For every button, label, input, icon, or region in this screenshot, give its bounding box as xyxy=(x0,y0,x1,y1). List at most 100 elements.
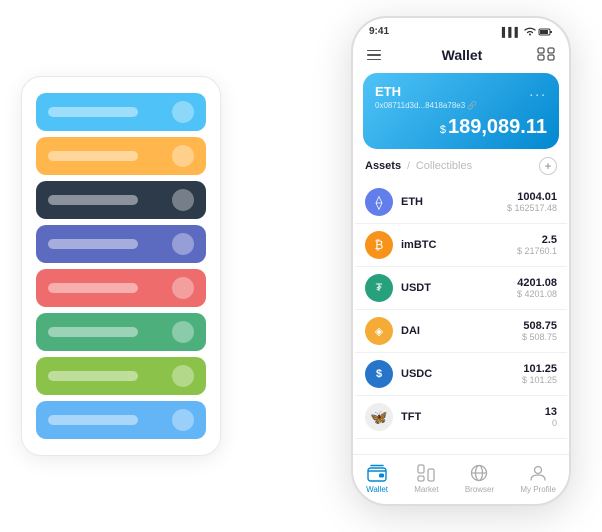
eth-name: ETH xyxy=(401,196,507,208)
usdt-name: USDT xyxy=(401,282,517,294)
card-icon-8 xyxy=(172,409,194,431)
eth-card-address: 0x08711d3d...8418a78e3 🔗 xyxy=(375,101,547,110)
card-row-5[interactable] xyxy=(36,269,206,307)
eth-card-header: ETH ... xyxy=(375,83,547,99)
status-time: 9:41 xyxy=(369,26,389,37)
usdc-name: USDC xyxy=(401,368,522,380)
imbtc-icon: ₿ xyxy=(365,231,393,259)
asset-item-imbtc[interactable]: ₿ imBTC 2.5 $ 21760.1 xyxy=(355,224,567,267)
tab-collectibles[interactable]: Collectibles xyxy=(416,160,472,172)
usdt-values: 4201.08 $ 4201.08 xyxy=(517,277,557,299)
eth-card-name: ETH xyxy=(375,84,401,99)
card-label-1 xyxy=(48,107,138,117)
usdc-values: 101.25 $ 101.25 xyxy=(522,363,557,385)
dai-amount: 508.75 xyxy=(522,320,557,332)
status-bar: 9:41 ▌▌▌ xyxy=(353,18,569,41)
nav-market[interactable]: Market xyxy=(414,463,438,494)
dai-usd: $ 508.75 xyxy=(522,332,557,342)
tft-icon: 🦋 xyxy=(365,403,393,431)
asset-item-eth[interactable]: ⟠ ETH 1004.01 $ 162517.48 xyxy=(355,181,567,224)
tft-usd: 0 xyxy=(545,418,557,428)
menu-icon[interactable] xyxy=(367,45,387,65)
eth-amount-value: 189,089.11 xyxy=(448,116,547,138)
asset-item-tft[interactable]: 🦋 TFT 13 0 xyxy=(355,396,567,439)
eth-icon: ⟠ xyxy=(365,188,393,216)
card-label-6 xyxy=(48,327,138,337)
card-icon-4 xyxy=(172,233,194,255)
dai-icon: ◈ xyxy=(365,317,393,345)
expand-icon[interactable] xyxy=(537,47,555,64)
nav-wallet-label: Wallet xyxy=(366,485,388,494)
eth-card-amount: $189,089.11 xyxy=(375,116,547,139)
status-icons: ▌▌▌ xyxy=(502,27,553,37)
usdt-amount: 4201.08 xyxy=(517,277,557,289)
card-row-6[interactable] xyxy=(36,313,206,351)
card-row-1[interactable] xyxy=(36,93,206,131)
assets-tabs: Assets / Collectibles xyxy=(365,160,472,172)
eth-usd: $ 162517.48 xyxy=(507,203,557,213)
phone-header: Wallet xyxy=(353,41,569,73)
card-label-5 xyxy=(48,283,138,293)
card-icon-3 xyxy=(172,189,194,211)
usdt-icon: ₮ xyxy=(365,274,393,302)
card-label-2 xyxy=(48,151,138,161)
usdc-amount: 101.25 xyxy=(522,363,557,375)
tft-amount: 13 xyxy=(545,406,557,418)
wifi-icon xyxy=(524,27,536,36)
tft-name: TFT xyxy=(401,411,545,423)
card-row-4[interactable] xyxy=(36,225,206,263)
card-row-7[interactable] xyxy=(36,357,206,395)
imbtc-amount: 2.5 xyxy=(517,234,557,246)
dai-name: DAI xyxy=(401,325,522,337)
add-icon: + xyxy=(544,159,551,173)
nav-profile-label: My Profile xyxy=(520,485,556,494)
eth-amount: 1004.01 xyxy=(507,191,557,203)
usdc-icon: $ xyxy=(365,360,393,388)
phone: 9:41 ▌▌▌ Wallet xyxy=(351,16,571,506)
card-icon-2 xyxy=(172,145,194,167)
usdt-usd: $ 4201.08 xyxy=(517,289,557,299)
card-label-3 xyxy=(48,195,138,205)
tft-values: 13 0 xyxy=(545,406,557,428)
profile-nav-icon xyxy=(528,463,548,483)
imbtc-usd: $ 21760.1 xyxy=(517,246,557,256)
card-label-7 xyxy=(48,371,138,381)
nav-browser-label: Browser xyxy=(465,485,494,494)
eth-card-menu[interactable]: ... xyxy=(529,83,547,99)
nav-market-label: Market xyxy=(414,485,438,494)
market-nav-icon xyxy=(416,463,436,483)
dai-values: 508.75 $ 508.75 xyxy=(522,320,557,342)
nav-browser[interactable]: Browser xyxy=(465,463,494,494)
nav-wallet[interactable]: Wallet xyxy=(366,463,388,494)
asset-item-usdt[interactable]: ₮ USDT 4201.08 $ 4201.08 xyxy=(355,267,567,310)
card-row-2[interactable] xyxy=(36,137,206,175)
card-label-8 xyxy=(48,415,138,425)
nav-profile[interactable]: My Profile xyxy=(520,463,556,494)
asset-item-usdc[interactable]: $ USDC 101.25 $ 101.25 xyxy=(355,353,567,396)
eth-values: 1004.01 $ 162517.48 xyxy=(507,191,557,213)
signal-icon: ▌▌▌ xyxy=(502,27,521,37)
card-row-8[interactable] xyxy=(36,401,206,439)
card-label-4 xyxy=(48,239,138,249)
card-icon-7 xyxy=(172,365,194,387)
tab-assets[interactable]: Assets xyxy=(365,160,401,172)
asset-list: ⟠ ETH 1004.01 $ 162517.48 ₿ imBTC 2.5 $ … xyxy=(353,181,569,454)
header-title: Wallet xyxy=(442,47,483,63)
card-icon-5 xyxy=(172,277,194,299)
card-stack xyxy=(21,76,221,456)
assets-header: Assets / Collectibles + xyxy=(353,157,569,181)
card-icon-6 xyxy=(172,321,194,343)
eth-currency-symbol: $ xyxy=(440,124,446,136)
tab-slash: / xyxy=(407,161,410,172)
wallet-nav-icon xyxy=(367,463,387,483)
scene: 9:41 ▌▌▌ Wallet xyxy=(21,16,581,516)
card-icon-1 xyxy=(172,101,194,123)
asset-item-dai[interactable]: ◈ DAI 508.75 $ 508.75 xyxy=(355,310,567,353)
browser-nav-icon xyxy=(469,463,489,483)
add-asset-button[interactable]: + xyxy=(539,157,557,175)
imbtc-name: imBTC xyxy=(401,239,517,251)
bottom-nav: Wallet Market xyxy=(353,454,569,504)
battery-icon xyxy=(539,28,553,36)
card-row-3[interactable] xyxy=(36,181,206,219)
eth-card[interactable]: ETH ... 0x08711d3d...8418a78e3 🔗 $189,08… xyxy=(363,73,559,149)
